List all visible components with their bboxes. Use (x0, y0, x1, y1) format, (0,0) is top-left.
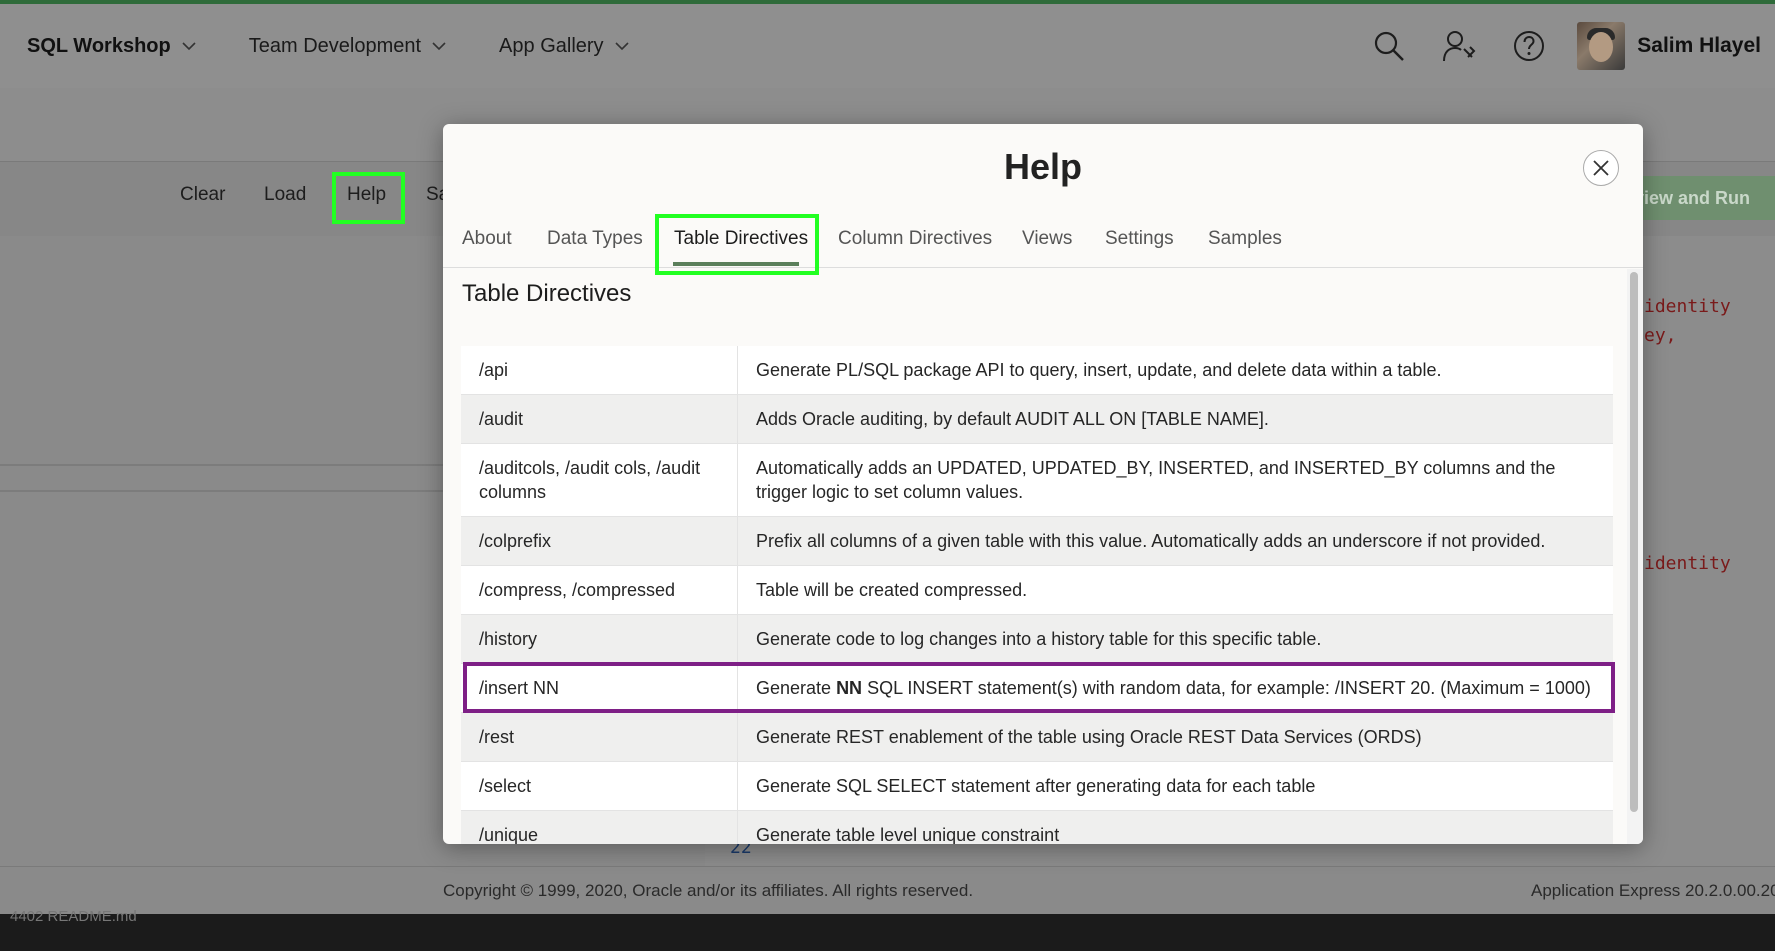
directives-table: /api Generate PL/SQL package API to quer… (461, 346, 1613, 844)
copyright-text: Copyright © 1999, 2020, Oracle and/or it… (443, 881, 974, 900)
top-right-controls: Salim Hlayel (1337, 4, 1761, 88)
help-icon[interactable] (1511, 28, 1547, 64)
description-cell: Generate SQL SELECT statement after gene… (756, 776, 1316, 796)
taskbar-file-label: 4402 README.md (10, 908, 137, 925)
search-icon[interactable] (1371, 28, 1407, 64)
scrollbar-thumb[interactable] (1630, 272, 1638, 812)
code-line: identity (1644, 553, 1731, 574)
directive-cell: /unique (461, 811, 738, 844)
close-icon (1593, 160, 1609, 176)
tab-about[interactable]: About (462, 228, 512, 250)
insert-nn-row-highlight (463, 662, 1615, 713)
load-button[interactable]: Load (264, 184, 306, 206)
description-cell: Automatically adds an UPDATED, UPDATED_B… (756, 458, 1556, 502)
admin-user-icon[interactable] (1441, 28, 1477, 64)
top-nav-bar: SQL Workshop Team Development App Galler… (0, 4, 1775, 88)
tab-views[interactable]: Views (1022, 228, 1072, 250)
table-directives-tab-highlight (655, 214, 819, 275)
directive-cell: /auditcols, /audit cols, /audit columns (461, 444, 738, 516)
directive-cell: /select (461, 762, 738, 810)
table-row: /compress, /compressed Table will be cre… (461, 566, 1613, 615)
directive-cell: /compress, /compressed (461, 566, 738, 614)
tab-samples[interactable]: Samples (1208, 228, 1282, 250)
chevron-down-icon (182, 42, 196, 51)
help-dialog: Help About Data Types Table Directives C… (443, 124, 1643, 844)
directive-cell: /history (461, 615, 738, 663)
avatar[interactable] (1577, 22, 1626, 70)
tab-column-directives[interactable]: Column Directives (838, 228, 992, 250)
version-text: Application Express 20.2.0.00.20 (1531, 881, 1775, 900)
nav-sql-workshop[interactable]: SQL Workshop (27, 35, 197, 58)
table-row: /auditcols, /audit cols, /audit columns … (461, 444, 1613, 517)
tab-data-types[interactable]: Data Types (547, 228, 643, 250)
help-button-highlight (332, 172, 405, 224)
taskbar: 4402 README.md (0, 908, 1775, 951)
directive-cell: /colprefix (461, 517, 738, 565)
page-footer: Copyright © 1999, 2020, Oracle and/or it… (0, 866, 1775, 914)
nav-team-development-label: Team Development (248, 34, 422, 57)
section-title: Table Directives (462, 280, 632, 307)
directive-cell: /api (461, 346, 738, 394)
description-cell: Generate REST enablement of the table us… (756, 727, 1422, 747)
table-row: /rest Generate REST enablement of the ta… (461, 713, 1613, 762)
description-cell: Table will be created compressed. (756, 580, 1028, 600)
code-line: identity (1644, 296, 1731, 317)
table-row: /api Generate PL/SQL package API to quer… (461, 346, 1613, 395)
chevron-down-icon (614, 42, 629, 51)
chevron-down-icon (432, 42, 446, 51)
nav-app-gallery[interactable]: App Gallery (499, 35, 630, 58)
user-name[interactable]: Salim Hlayel (1637, 34, 1761, 58)
review-and-run-button[interactable]: view and Run (1620, 176, 1775, 220)
avatar-face-shape (1589, 32, 1614, 62)
tab-settings[interactable]: Settings (1105, 228, 1174, 250)
directive-cell: /audit (461, 395, 738, 443)
table-row: /select Generate SQL SELECT statement af… (461, 762, 1613, 811)
table-row: /audit Adds Oracle auditing, by default … (461, 395, 1613, 444)
description-cell: Prefix all columns of a given table with… (756, 531, 1546, 551)
nav-team-development[interactable]: Team Development (249, 35, 447, 58)
table-row: /unique Generate table level unique cons… (461, 811, 1613, 844)
code-line: ey, (1644, 325, 1677, 346)
nav-app-gallery-label: App Gallery (499, 34, 604, 57)
nav-sql-workshop-label: SQL Workshop (27, 34, 171, 57)
description-cell: Adds Oracle auditing, by default AUDIT A… (756, 409, 1269, 429)
description-cell: Generate PL/SQL package API to query, in… (756, 360, 1442, 380)
description-cell: Generate table level unique constraint (756, 825, 1060, 844)
clear-button[interactable]: Clear (180, 184, 225, 206)
description-cell: Generate code to log changes into a hist… (756, 629, 1322, 649)
directive-cell: /rest (461, 713, 738, 761)
dialog-title: Help (1003, 146, 1082, 187)
close-button[interactable] (1583, 150, 1619, 186)
table-row: /colprefix Prefix all columns of a given… (461, 517, 1613, 566)
table-row: /history Generate code to log changes in… (461, 615, 1613, 664)
